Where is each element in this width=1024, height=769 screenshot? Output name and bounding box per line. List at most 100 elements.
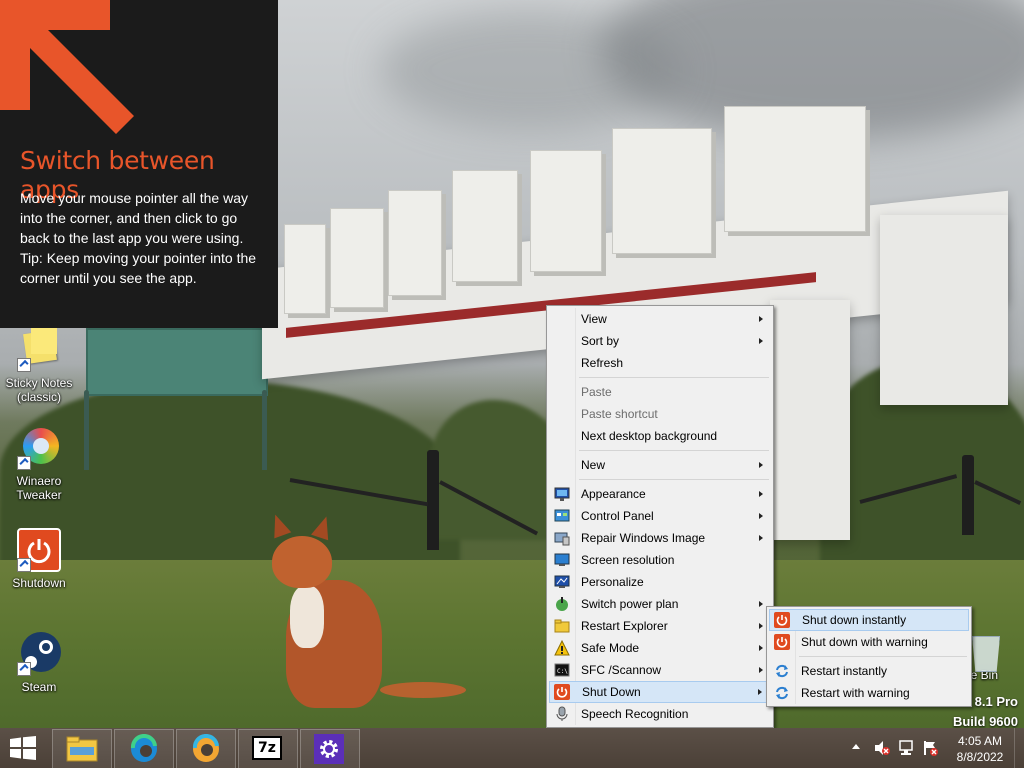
- submenu-arrow-icon: [759, 645, 763, 651]
- menu-item-label: Screen resolution: [581, 553, 675, 567]
- taskbar-file-explorer[interactable]: [52, 729, 112, 769]
- menu-item-label: Refresh: [581, 356, 624, 370]
- submenu-arrow-icon: [759, 338, 763, 344]
- menu-item-repair-windows-image[interactable]: Repair Windows Image: [549, 527, 771, 549]
- desktop-icon-steam[interactable]: Steam: [0, 632, 78, 694]
- taskbar-edge-canary[interactable]: [176, 729, 236, 769]
- corner-arrow-icon: [0, 0, 134, 134]
- settings-gear-icon: [314, 734, 344, 764]
- menu-item-switch-power-plan[interactable]: Switch power plan: [549, 593, 771, 615]
- tray-overflow-chevron-icon[interactable]: [852, 744, 860, 749]
- menu-item-sort-by[interactable]: Sort by: [549, 330, 771, 352]
- submenu-arrow-icon: [759, 535, 763, 541]
- menu-item-appearance[interactable]: Appearance: [549, 483, 771, 505]
- 7zip-label: 7z: [258, 740, 276, 756]
- desktop-icon-winaero-tweaker[interactable]: Winaero Tweaker: [0, 426, 78, 502]
- menu-item-label: Personalize: [581, 575, 644, 589]
- action-center-flag-icon[interactable]: [922, 740, 938, 756]
- menu-item-label: Speech Recognition: [581, 707, 689, 721]
- menu-item-label: View: [581, 312, 607, 326]
- submenu-item-shut-down-with-warning[interactable]: Shut down with warning: [769, 631, 969, 653]
- menu-item-label: Shut down with warning: [801, 635, 928, 649]
- menu-item-screen-resolution[interactable]: Screen resolution: [549, 549, 771, 571]
- menu-item-new[interactable]: New: [549, 454, 771, 476]
- tip-description: Move your mouse pointer all the way into…: [20, 190, 248, 246]
- shutdown-icon: [554, 684, 570, 700]
- menu-separator: [579, 377, 769, 378]
- desktop-icon-label: Steam: [21, 680, 57, 694]
- menu-item-label: Next desktop background: [581, 429, 718, 443]
- steam-icon: [17, 632, 61, 676]
- menu-item-paste-shortcut: Paste shortcut: [549, 403, 771, 425]
- desktop-icon-label: Sticky Notes (classic): [5, 376, 73, 404]
- menu-separator: [799, 656, 967, 657]
- menu-item-label: Restart Explorer: [581, 619, 668, 633]
- clock-time: 4:05 AM: [957, 734, 1003, 748]
- menu-item-label: Switch power plan: [581, 597, 679, 611]
- menu-item-label: Paste: [581, 385, 612, 399]
- restart-icon: [776, 664, 788, 678]
- menu-item-view[interactable]: View: [549, 308, 771, 330]
- command-prompt-icon: C:\: [554, 663, 570, 677]
- menu-item-safe-mode[interactable]: Safe Mode: [549, 637, 771, 659]
- network-icon[interactable]: [898, 740, 914, 756]
- menu-item-refresh[interactable]: Refresh: [549, 352, 771, 374]
- taskbar: 7z 4:05 AM 8/8/2022: [0, 728, 1024, 769]
- menu-item-label: Shut Down: [582, 685, 641, 699]
- menu-item-shut-down[interactable]: Shut Down: [549, 681, 771, 703]
- microphone-icon: [556, 706, 568, 721]
- edge-canary-icon: [192, 734, 219, 762]
- submenu-arrow-icon: [759, 513, 763, 519]
- submenu-arrow-icon: [759, 462, 763, 468]
- submenu-item-restart-instantly[interactable]: Restart instantly: [769, 660, 969, 682]
- menu-item-label: Restart with warning: [801, 686, 910, 700]
- desktop-icon-sticky-notes[interactable]: Sticky Notes (classic): [0, 328, 78, 404]
- menu-item-label: Paste shortcut: [581, 407, 658, 421]
- menu-item-label: SFC /Scannow: [581, 663, 662, 677]
- submenu-arrow-icon: [758, 689, 762, 695]
- switch-apps-tip-panel: Switch between apps Move your mouse poin…: [0, 0, 278, 328]
- menu-item-label: Sort by: [581, 334, 620, 348]
- submenu-item-shut-down-instantly[interactable]: Shut down instantly: [769, 609, 969, 631]
- sticky-notes-icon: [17, 328, 61, 372]
- desktop-context-menu: View Sort by Refresh Paste Paste shortcu…: [546, 305, 774, 728]
- restart-icon: [776, 686, 788, 700]
- restart-explorer-icon: [554, 619, 570, 633]
- menu-item-label: Repair Windows Image: [581, 531, 706, 545]
- submenu-arrow-icon: [759, 316, 763, 322]
- taskbar-clock[interactable]: 4:05 AM 8/8/2022: [954, 733, 1006, 765]
- menu-item-label: Restart instantly: [801, 664, 888, 678]
- menu-item-paste: Paste: [549, 381, 771, 403]
- submenu-item-restart-with-warning[interactable]: Restart with warning: [769, 682, 969, 704]
- menu-item-label: New: [581, 458, 606, 472]
- menu-item-control-panel[interactable]: Control Panel: [549, 505, 771, 527]
- menu-item-speech-recognition[interactable]: Speech Recognition: [549, 703, 771, 725]
- appearance-icon: [554, 487, 570, 501]
- menu-item-restart-explorer[interactable]: Restart Explorer: [549, 615, 771, 637]
- tip-body: Move your mouse pointer all the way into…: [20, 188, 265, 288]
- volume-muted-icon[interactable]: [874, 740, 890, 756]
- taskbar-settings[interactable]: [300, 729, 360, 769]
- 7zip-icon: 7z: [252, 736, 282, 760]
- shutdown-icon: [17, 528, 61, 572]
- menu-item-label: Safe Mode: [581, 641, 640, 655]
- menu-item-personalize[interactable]: Personalize: [549, 571, 771, 593]
- repair-image-icon: [554, 532, 570, 546]
- desktop-icon-shutdown[interactable]: Shutdown: [0, 528, 78, 590]
- menu-item-label: Shut down instantly: [802, 613, 907, 627]
- menu-separator: [579, 450, 769, 451]
- menu-item-next-desktop-background[interactable]: Next desktop background: [549, 425, 771, 447]
- edge-icon: [130, 734, 157, 762]
- power-icon: [774, 612, 790, 628]
- show-desktop-button[interactable]: [1014, 728, 1024, 768]
- start-button-windows-icon[interactable]: [8, 736, 38, 760]
- svg-text:C:\: C:\: [557, 668, 568, 675]
- recycle-bin-icon: [970, 632, 1000, 672]
- taskbar-edge[interactable]: [114, 729, 174, 769]
- desktop-icon-label: Winaero Tweaker: [16, 474, 62, 502]
- menu-item-sfc-scannow[interactable]: C:\ SFC /Scannow: [549, 659, 771, 681]
- power-plan-icon: [556, 597, 568, 611]
- submenu-arrow-icon: [759, 623, 763, 629]
- desktop-icon-label: Shutdown: [12, 576, 66, 590]
- taskbar-7zip[interactable]: 7z: [238, 729, 298, 769]
